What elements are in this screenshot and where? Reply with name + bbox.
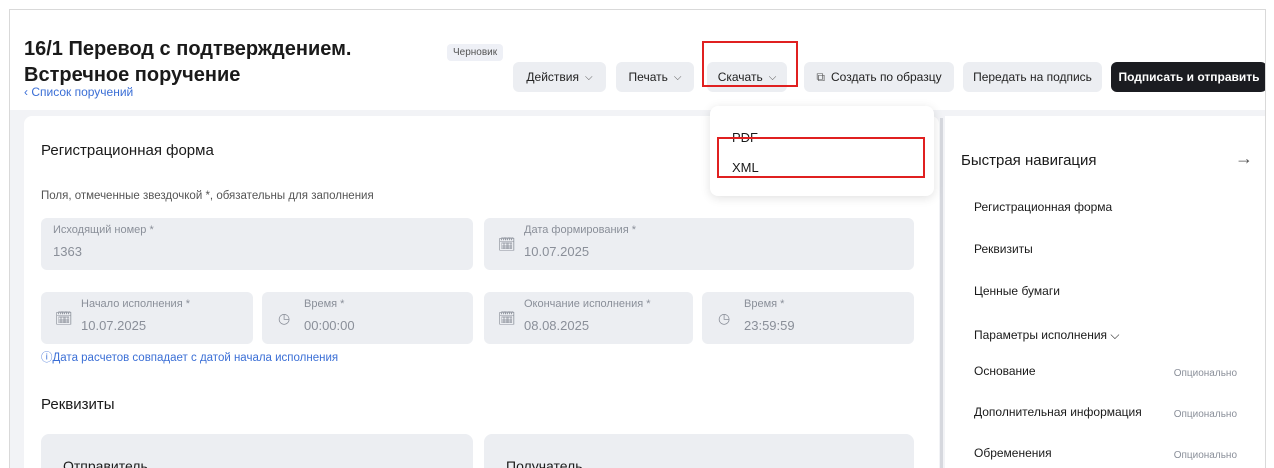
calendar-icon: 🗓 [498, 236, 516, 252]
recipient-title: Получатель [506, 458, 583, 468]
page-title-line1: 16/1 Перевод с подтверждением. [24, 38, 352, 60]
start-date-field[interactable]: 🗓 Начало исполнения * 10.07.2025 [41, 292, 253, 344]
sign-and-send-label: Подписать и отправить [1118, 70, 1260, 84]
nav-item-registration-form[interactable]: Регистрационная форма [974, 200, 1112, 214]
start-date-value: 10.07.2025 [81, 318, 147, 333]
copy-icon: ⧉ [816, 69, 825, 84]
recipient-card: Получатель [484, 434, 914, 468]
scrollbar[interactable] [940, 118, 943, 468]
sender-title: Отправитель [63, 458, 148, 468]
nav-item-requisites[interactable]: Реквизиты [974, 242, 1033, 256]
create-from-template-label: Создать по образцу [831, 70, 942, 84]
start-time-label: Время * [304, 298, 345, 310]
end-time-value: 23:59:59 [744, 318, 795, 333]
formation-date-label: Дата формирования * [524, 224, 636, 236]
formation-date-value: 10.07.2025 [524, 244, 590, 259]
print-button-label: Печать [628, 70, 668, 84]
chevron-down-icon: ⌵ [584, 71, 593, 83]
download-highlight [702, 41, 798, 87]
page-title: 16/1 Перевод с подтверждением. Встречное… [24, 36, 384, 88]
xml-highlight [717, 137, 925, 178]
actions-button-label: Действия [526, 70, 579, 84]
end-time-label: Время * [744, 298, 785, 310]
outgoing-number-label: Исходящий номер * [53, 224, 154, 236]
end-date-field[interactable]: 🗓 Окончание исполнения * 08.08.2025 [484, 292, 693, 344]
quick-navigation-title: Быстрая навигация [961, 152, 1097, 169]
nav-item-encumbrances[interactable]: Обременения [974, 446, 1052, 460]
nav-item-execution-params[interactable]: Параметры исполнения ⌵ [974, 328, 1119, 343]
nav-item-basis[interactable]: Основание [974, 364, 1036, 378]
clock-icon: ◷ [278, 310, 291, 326]
requisites-title: Реквизиты [41, 396, 115, 413]
start-time-value: 00:00:00 [304, 318, 355, 333]
end-date-value: 08.08.2025 [524, 318, 590, 333]
back-to-orders-link[interactable]: ‹ Список поручений [24, 85, 133, 99]
arrow-right-icon[interactable]: → [1235, 148, 1253, 169]
send-for-signature-button[interactable]: Передать на подпись [963, 62, 1102, 92]
optional-label: Опционально [1173, 368, 1237, 379]
quick-navigation-panel: Быстрая навигация → Регистрационная форм… [945, 116, 1265, 468]
print-button[interactable]: Печать ⌵ [616, 62, 694, 92]
app-window: 16/1 Перевод с подтверждением. Встречное… [9, 9, 1266, 468]
create-from-template-button[interactable]: ⧉ Создать по образцу [804, 62, 954, 92]
page-header: 16/1 Перевод с подтверждением. Встречное… [10, 10, 1265, 110]
send-for-signature-label: Передать на подпись [973, 70, 1092, 84]
optional-label: Опционально [1173, 450, 1237, 461]
required-fields-hint: Поля, отмеченные звездочкой *, обязатель… [41, 190, 374, 202]
outgoing-number-field[interactable]: Исходящий номер * 1363 [41, 218, 473, 270]
chevron-down-icon: ⌵ [673, 71, 682, 83]
calendar-icon: 🗓 [498, 310, 516, 326]
nav-item-securities[interactable]: Ценные бумаги [974, 284, 1060, 298]
status-badge: Черновик [447, 44, 504, 61]
settlement-date-info: ⓘДата расчетов совпадает с датой начала … [41, 352, 339, 364]
clock-icon: ◷ [718, 310, 731, 326]
actions-button[interactable]: Действия ⌵ [513, 62, 606, 92]
end-time-field[interactable]: ◷ Время * 23:59:59 [702, 292, 914, 344]
sender-card: Отправитель [41, 434, 473, 468]
optional-label: Опционально [1173, 409, 1237, 420]
nav-item-additional-info[interactable]: Дополнительная информация [974, 405, 1142, 419]
registration-form-title: Регистрационная форма [41, 142, 214, 159]
sign-and-send-button[interactable]: Подписать и отправить [1111, 62, 1265, 92]
end-date-label: Окончание исполнения * [524, 298, 651, 310]
outgoing-number-value: 1363 [53, 244, 82, 259]
start-date-label: Начало исполнения * [81, 298, 190, 310]
calendar-icon: 🗓 [55, 310, 73, 326]
formation-date-field[interactable]: 🗓 Дата формирования * 10.07.2025 [484, 218, 914, 270]
start-time-field[interactable]: ◷ Время * 00:00:00 [262, 292, 473, 344]
